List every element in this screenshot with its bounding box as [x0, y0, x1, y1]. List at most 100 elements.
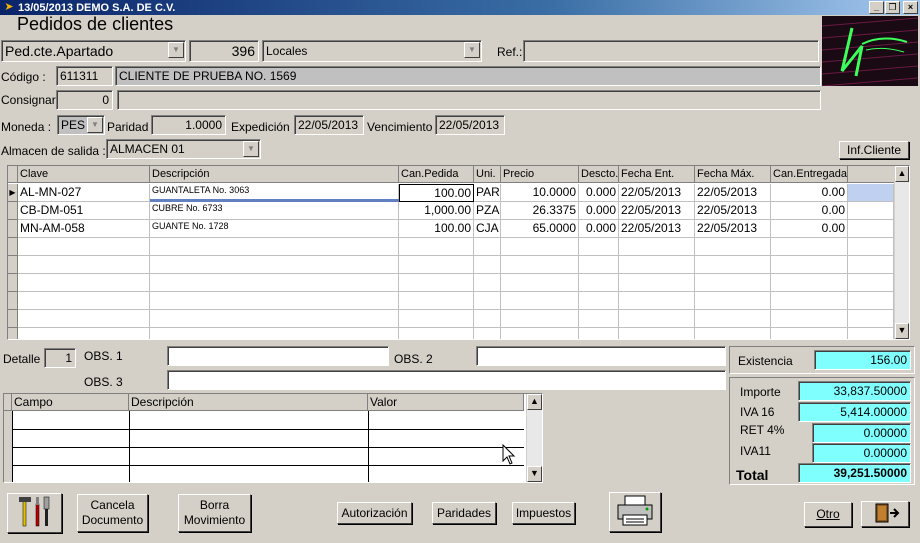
- cell-empty[interactable]: [619, 328, 695, 339]
- cell-empty[interactable]: [399, 238, 474, 256]
- chevron-down-icon[interactable]: ▼: [464, 42, 480, 58]
- cell-empty[interactable]: [771, 256, 848, 274]
- table-row-empty[interactable]: [8, 310, 898, 328]
- impuestos-button[interactable]: Impuestos: [512, 502, 575, 524]
- cell-unidad[interactable]: CJA: [474, 220, 501, 238]
- table-row-empty[interactable]: [8, 238, 898, 256]
- cell-empty[interactable]: [579, 310, 619, 328]
- cell-empty[interactable]: [399, 256, 474, 274]
- table-row-empty[interactable]: [8, 292, 898, 310]
- expedicion-date[interactable]: 22/05/2013: [294, 115, 364, 135]
- cell-empty[interactable]: [848, 328, 894, 339]
- cell-empty[interactable]: [474, 328, 501, 339]
- cell-descripcion[interactable]: CUBRE No. 6733: [150, 202, 399, 220]
- cell-empty[interactable]: [695, 256, 771, 274]
- col-clave[interactable]: Clave: [18, 166, 150, 183]
- cell-clave[interactable]: AL-MN-027: [18, 184, 150, 202]
- cell-empty[interactable]: [771, 328, 848, 339]
- cell-empty[interactable]: [619, 256, 695, 274]
- cell-empty[interactable]: [501, 274, 579, 292]
- campos-grid[interactable]: Campo Descripción Valor ▲ ▼: [3, 393, 543, 483]
- cell-descto[interactable]: 0.000: [579, 202, 619, 220]
- cell-empty[interactable]: [579, 274, 619, 292]
- cell-empty[interactable]: [150, 256, 399, 274]
- cell-empty[interactable]: [848, 238, 894, 256]
- table-row-empty[interactable]: [8, 256, 898, 274]
- col-valor[interactable]: Valor: [368, 394, 524, 411]
- cell-empty[interactable]: [18, 328, 150, 339]
- almacen-select[interactable]: ALMACEN 01 ▼: [106, 139, 261, 159]
- cell-empty[interactable]: [474, 238, 501, 256]
- table-row[interactable]: CB-DM-051 CUBRE No. 6733 1,000.00 PZA 26…: [8, 202, 898, 220]
- cell-entregada[interactable]: 0.00: [771, 220, 848, 238]
- cell-fecha-max[interactable]: 22/05/2013: [695, 202, 771, 220]
- cell-empty[interactable]: [150, 328, 399, 339]
- table-row[interactable]: MN-AM-058 GUANTE No. 1728 100.00 CJA 65.…: [8, 220, 898, 238]
- cell-empty[interactable]: [771, 292, 848, 310]
- cell-empty[interactable]: [501, 328, 579, 339]
- grid2-vertical-scrollbar[interactable]: ▲ ▼: [526, 394, 542, 482]
- cell-fecha-ent[interactable]: 22/05/2013: [619, 220, 695, 238]
- col-can-pedida[interactable]: Can.Pedida: [399, 166, 474, 183]
- cell-empty[interactable]: [501, 256, 579, 274]
- cell-empty[interactable]: [399, 274, 474, 292]
- cell-empty[interactable]: [579, 328, 619, 339]
- col-unidad[interactable]: Uni.: [474, 166, 501, 183]
- doc-type-select[interactable]: Ped.cte.Apartado ▼: [1, 40, 186, 62]
- cell-empty[interactable]: [619, 292, 695, 310]
- cell-precio[interactable]: 10.0000: [501, 184, 579, 202]
- consignar-number[interactable]: 0: [56, 90, 113, 110]
- col-can-entregada[interactable]: Can.Entregada: [771, 166, 848, 183]
- chevron-down-icon[interactable]: ▼: [168, 42, 184, 58]
- cell-clave[interactable]: MN-AM-058: [18, 220, 150, 238]
- cell-empty[interactable]: [474, 256, 501, 274]
- table-row-empty[interactable]: [8, 328, 898, 339]
- cell-empty[interactable]: [619, 238, 695, 256]
- cell-empty[interactable]: [848, 274, 894, 292]
- cell-empty[interactable]: [150, 274, 399, 292]
- cell-empty[interactable]: [579, 238, 619, 256]
- col-fecha-max[interactable]: Fecha Máx.: [695, 166, 771, 183]
- cell-empty[interactable]: [18, 256, 150, 274]
- col-campo[interactable]: Campo: [12, 394, 129, 411]
- col-fecha-ent[interactable]: Fecha Ent.: [619, 166, 695, 183]
- minimize-icon[interactable]: _: [869, 1, 884, 14]
- cell-empty[interactable]: [501, 310, 579, 328]
- cell-selected-rest[interactable]: [848, 184, 894, 202]
- cell-empty[interactable]: [695, 238, 771, 256]
- cell-entregada[interactable]: 0.00: [771, 184, 848, 202]
- exit-button[interactable]: [861, 501, 909, 527]
- cell-empty[interactable]: [848, 220, 894, 238]
- cell-precio[interactable]: 65.0000: [501, 220, 579, 238]
- cell-unidad[interactable]: PAR: [474, 184, 501, 202]
- inf-cliente-button[interactable]: Inf.Cliente: [839, 141, 909, 159]
- paridad-input[interactable]: 1.0000: [151, 115, 226, 135]
- items-grid[interactable]: Clave Descripción Can.Pedida Uni. Precio…: [7, 165, 910, 340]
- vencimiento-date[interactable]: 22/05/2013: [435, 115, 505, 135]
- cell-entregada[interactable]: 0.00: [771, 202, 848, 220]
- ref-input[interactable]: [523, 40, 819, 62]
- cell-empty[interactable]: [848, 292, 894, 310]
- cell-empty[interactable]: [501, 292, 579, 310]
- table-row-empty[interactable]: [8, 274, 898, 292]
- col-descripcion2[interactable]: Descripción: [129, 394, 368, 411]
- cell-fecha-ent[interactable]: 22/05/2013: [619, 184, 695, 202]
- grid-vertical-scrollbar[interactable]: ▲ ▼: [894, 166, 909, 339]
- chevron-down-icon[interactable]: ▼: [243, 141, 259, 157]
- col-descto[interactable]: Descto.: [579, 166, 619, 183]
- cell-empty[interactable]: [848, 202, 894, 220]
- col-descripcion[interactable]: Descripción: [150, 166, 399, 183]
- cell-empty[interactable]: [579, 256, 619, 274]
- cell-empty[interactable]: [474, 292, 501, 310]
- cell-cantidad[interactable]: 100.00: [399, 184, 474, 202]
- cell-precio[interactable]: 26.3375: [501, 202, 579, 220]
- autorizacion-button[interactable]: Autorización: [337, 502, 412, 524]
- close-icon[interactable]: ×: [903, 1, 918, 14]
- cell-empty[interactable]: [18, 292, 150, 310]
- otro-button[interactable]: Otro: [804, 502, 852, 527]
- consignar-text[interactable]: [117, 90, 821, 110]
- cell-empty[interactable]: [848, 310, 894, 328]
- cell-empty[interactable]: [619, 274, 695, 292]
- cell-empty[interactable]: [771, 238, 848, 256]
- cell-empty[interactable]: [399, 328, 474, 339]
